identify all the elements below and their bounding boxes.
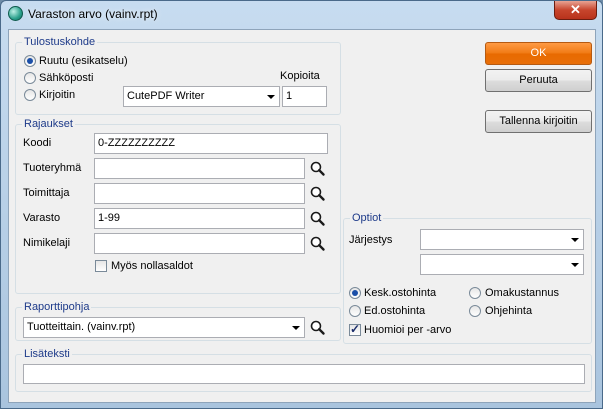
group-title-tulostuskohde: Tulostuskohde <box>22 36 98 48</box>
radio-ohjehinta[interactable] <box>469 305 481 317</box>
tuoteryhma-input[interactable] <box>94 158 305 179</box>
nimikelaji-input[interactable] <box>94 233 305 254</box>
cancel-button[interactable]: Peruuta <box>485 69 592 92</box>
jarjestys-select-2[interactable] <box>420 254 584 275</box>
radio-kirjoitin[interactable] <box>24 89 36 101</box>
close-button[interactable]: ✕ <box>554 1 597 20</box>
koodi-input[interactable]: 0-ZZZZZZZZZZ <box>94 133 328 154</box>
copies-label: Kopioita <box>280 70 320 82</box>
save-printer-button[interactable]: Tallenna kirjoitin <box>485 110 592 133</box>
report-template-select[interactable]: Tuotteittain. (vainv.rpt) <box>23 317 305 338</box>
title-bar[interactable]: Varaston arvo (vainv.rpt) ✕ <box>1 1 602 27</box>
varasto-input[interactable]: 1-99 <box>94 208 305 229</box>
jarjestys-label: Järjestys <box>349 234 393 246</box>
toimittaja-input[interactable] <box>94 183 305 204</box>
dialog-window: Varaston arvo (vainv.rpt) ✕ Tulostuskohd… <box>0 0 603 409</box>
group-title-optiot: Optiot <box>350 212 384 224</box>
nollasaldot-checkbox[interactable] <box>95 260 107 272</box>
chevron-down-icon <box>292 326 300 330</box>
printer-select[interactable]: CutePDF Writer <box>123 86 280 107</box>
search-icon[interactable] <box>308 234 328 254</box>
field-label-nimikelaji: Nimikelaji <box>23 237 71 249</box>
field-label-koodi: Koodi <box>23 137 52 149</box>
report-icon <box>8 6 23 21</box>
radio-kirjoitin-label: Kirjoitin <box>39 89 76 101</box>
huomioi-per-arvo-checkbox[interactable] <box>349 322 361 336</box>
chevron-down-icon <box>571 263 579 267</box>
jarjestys-select-1[interactable] <box>420 229 584 250</box>
group-title-lisateksti: Lisäteksti <box>22 348 72 360</box>
window-title: Varaston arvo (vainv.rpt) <box>28 7 158 21</box>
search-icon[interactable] <box>308 159 328 179</box>
nollasaldot-label: Myös nollasaldot <box>111 260 193 272</box>
radio-omakustannus-label: Omakustannus <box>485 287 559 299</box>
radio-omakustannus[interactable] <box>469 287 481 299</box>
search-icon[interactable] <box>308 209 328 229</box>
printer-select-value: CutePDF Writer <box>127 90 205 102</box>
ok-button[interactable]: OK <box>485 42 592 65</box>
search-icon[interactable] <box>308 184 328 204</box>
group-title-rajaukset: Rajaukset <box>22 118 75 130</box>
radio-kesk-ostohinta[interactable] <box>349 287 361 299</box>
radio-ed-ostohinta-label: Ed.ostohinta <box>364 305 426 317</box>
huomioi-per-arvo-label: Huomioi per -arvo <box>364 324 452 336</box>
radio-kesk-ostohinta-label: Kesk.ostohinta <box>364 287 437 299</box>
radio-ed-ostohinta[interactable] <box>349 305 361 317</box>
field-label-varasto: Varasto <box>23 212 61 224</box>
radio-sahkoposti[interactable] <box>24 72 36 84</box>
group-title-raporttipohja: Raporttipohja <box>22 301 92 313</box>
radio-ohjehinta-label: Ohjehinta <box>485 305 533 317</box>
radio-ruutu-label: Ruutu (esikatselu) <box>39 55 128 67</box>
dialog-body: Tulostuskohde Ruutu (esikatselu) Sähköpo… <box>8 29 596 403</box>
chevron-down-icon <box>571 238 579 242</box>
copies-input[interactable]: 1 <box>282 86 327 107</box>
field-label-toimittaja: Toimittaja <box>23 187 70 199</box>
chevron-down-icon <box>267 95 275 99</box>
radio-ruutu[interactable] <box>24 55 36 67</box>
search-icon[interactable] <box>308 318 328 338</box>
radio-sahkoposti-label: Sähköposti <box>39 72 94 84</box>
report-template-value: Tuotteittain. (vainv.rpt) <box>27 321 136 333</box>
field-label-tuoteryhma: Tuoteryhmä <box>23 162 82 174</box>
lisateksti-input[interactable] <box>23 364 585 384</box>
